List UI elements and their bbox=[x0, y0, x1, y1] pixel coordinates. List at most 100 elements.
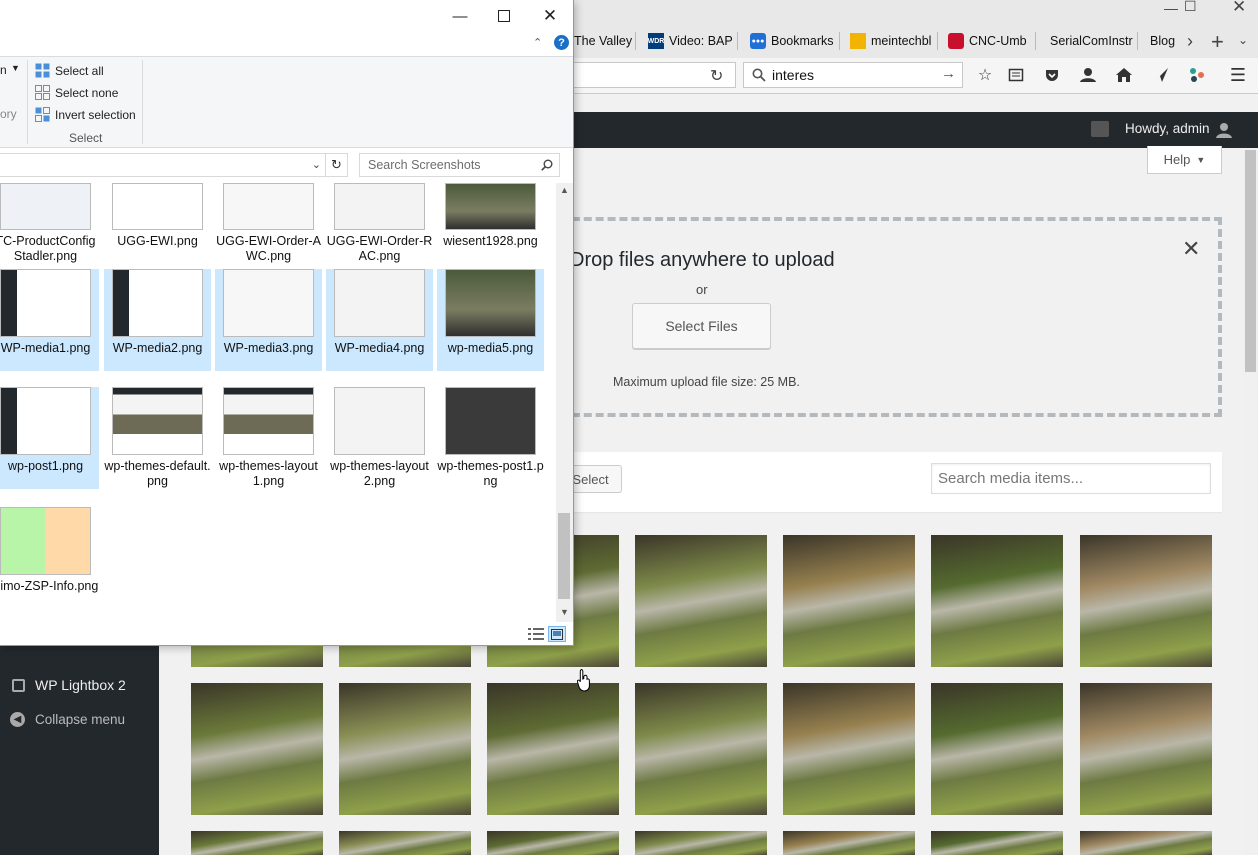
media-item-thumbnail[interactable] bbox=[339, 683, 471, 815]
large-icons-view-icon[interactable] bbox=[548, 626, 566, 642]
chevron-down-icon: ▼ bbox=[1196, 154, 1206, 165]
explorer-title-bar[interactable] bbox=[0, 0, 573, 32]
extensions-icon[interactable] bbox=[1187, 65, 1207, 85]
file-name: UGG-EWI-Order-AWC.png bbox=[216, 234, 321, 263]
ribbon-collapse-chevron-icon[interactable]: ⌃ bbox=[533, 36, 542, 49]
media-item-thumbnail[interactable] bbox=[931, 535, 1063, 667]
reading-list-icon[interactable] bbox=[1006, 65, 1026, 85]
file-item[interactable]: wp-post1.png bbox=[0, 387, 99, 489]
details-view-icon[interactable] bbox=[527, 626, 545, 642]
media-item-thumbnail[interactable] bbox=[931, 831, 1063, 855]
search-icon bbox=[752, 68, 766, 82]
tab-list-chevron-down-icon[interactable]: ⌄ bbox=[1238, 33, 1248, 47]
ribbon-separator bbox=[142, 60, 143, 144]
file-thumbnail bbox=[223, 387, 314, 455]
file-thumbnail bbox=[445, 269, 536, 337]
file-item[interactable]: WP-media4.png bbox=[326, 269, 433, 371]
scroll-up-icon[interactable]: ▲ bbox=[560, 185, 569, 195]
browser-search-box[interactable]: interes → bbox=[743, 62, 963, 88]
send-icon[interactable] bbox=[1151, 65, 1171, 85]
invert-selection-button[interactable]: Invert selection bbox=[35, 107, 136, 122]
browser-maximize-icon[interactable]: ☐ bbox=[1184, 0, 1197, 14]
file-item[interactable]: wp-themes-layout2.png bbox=[326, 387, 433, 489]
collapse-icon: ◀ bbox=[10, 712, 25, 727]
close-uploader-icon[interactable]: ✕ bbox=[1182, 236, 1200, 262]
url-bar[interactable]: ↻ bbox=[574, 62, 736, 88]
select-none-button[interactable]: Select none bbox=[35, 85, 118, 100]
file-thumbnail bbox=[223, 269, 314, 337]
browser-minimize-icon[interactable]: — bbox=[1164, 0, 1178, 16]
browser-tab[interactable]: SerialComInstr bbox=[1050, 28, 1138, 54]
file-item[interactable]: wp-themes-layout1.png bbox=[215, 387, 322, 489]
media-item-thumbnail[interactable] bbox=[191, 831, 323, 855]
browser-tab[interactable]: meintechbl bbox=[850, 28, 938, 54]
file-item[interactable]: UGG-EWI-Order-RAC.png bbox=[326, 183, 433, 263]
avatar-icon[interactable] bbox=[1215, 121, 1233, 142]
page-scrollbar-thumb[interactable] bbox=[1245, 150, 1256, 372]
file-item[interactable]: wp-themes-post1.png bbox=[437, 387, 544, 489]
media-item-thumbnail[interactable] bbox=[783, 831, 915, 855]
file-item[interactable]: Zimo-ZSP-Info.png bbox=[0, 507, 99, 609]
media-search-input[interactable] bbox=[931, 463, 1211, 494]
select-files-button[interactable]: Select Files bbox=[632, 303, 771, 349]
file-item[interactable]: WP-media3.png bbox=[215, 269, 322, 371]
ribbon-cut-label[interactable]: n bbox=[0, 63, 7, 77]
explorer-scrollbar[interactable]: ▲ ▼ bbox=[556, 183, 573, 623]
file-name: TC-ProductConfigStadler.png bbox=[0, 234, 96, 263]
browser-tab[interactable]: CNC-Umb bbox=[948, 28, 1036, 54]
minimize-icon[interactable]: — bbox=[448, 6, 472, 26]
media-item-thumbnail[interactable] bbox=[931, 683, 1063, 815]
select-none-icon bbox=[35, 85, 50, 100]
file-item[interactable]: wp-media5.png bbox=[437, 269, 544, 371]
sidebar-collapse-menu[interactable]: ◀ Collapse menu bbox=[10, 712, 125, 727]
reload-icon[interactable]: ↻ bbox=[710, 66, 723, 86]
address-bar[interactable]: ⌄ bbox=[0, 153, 326, 177]
browser-tab[interactable]: ●●● Bookmarks bbox=[750, 28, 840, 54]
explorer-scrollbar-thumb[interactable] bbox=[558, 513, 570, 599]
admin-greeting[interactable]: Howdy, admin bbox=[1125, 121, 1210, 136]
sidebar-item-wp-lightbox[interactable]: WP Lightbox 2 bbox=[10, 677, 126, 693]
select-all-button[interactable]: Select all bbox=[35, 63, 104, 78]
invert-selection-label: Invert selection bbox=[55, 107, 136, 122]
help-icon[interactable]: ? bbox=[554, 35, 569, 50]
media-item-thumbnail[interactable] bbox=[191, 683, 323, 815]
media-item-thumbnail[interactable] bbox=[339, 831, 471, 855]
browser-tab[interactable]: WDR Video: BAP bbox=[648, 28, 738, 54]
pocket-icon[interactable] bbox=[1042, 65, 1062, 85]
home-icon[interactable] bbox=[1114, 65, 1134, 85]
media-item-thumbnail[interactable] bbox=[635, 683, 767, 815]
tab-scroll-right-icon[interactable]: › bbox=[1187, 31, 1193, 51]
account-icon[interactable] bbox=[1078, 65, 1098, 85]
file-item[interactable]: UGG-EWI.png bbox=[104, 183, 211, 263]
browser-tab[interactable]: The Valley bbox=[574, 28, 636, 54]
go-arrow-icon[interactable]: → bbox=[941, 65, 956, 82]
close-icon[interactable]: ✕ bbox=[538, 6, 562, 26]
scroll-down-icon[interactable]: ▼ bbox=[560, 607, 569, 617]
file-item[interactable]: wiesent1928.png bbox=[437, 183, 544, 263]
address-history-chevron-down-icon[interactable]: ⌄ bbox=[312, 158, 321, 171]
help-button[interactable]: Help ▼ bbox=[1147, 146, 1222, 174]
comments-icon[interactable] bbox=[1091, 121, 1109, 137]
file-item[interactable]: WP-media1.png bbox=[0, 269, 99, 371]
file-item[interactable]: wp-themes-default.png bbox=[104, 387, 211, 489]
media-item-thumbnail[interactable] bbox=[635, 831, 767, 855]
file-item[interactable]: WP-media2.png bbox=[104, 269, 211, 371]
media-item-thumbnail[interactable] bbox=[1080, 535, 1212, 667]
new-tab-icon[interactable]: + bbox=[1211, 29, 1224, 54]
media-item-thumbnail[interactable] bbox=[783, 683, 915, 815]
bookmark-star-icon[interactable]: ☆ bbox=[975, 65, 995, 85]
file-item[interactable]: TC-ProductConfigStadler.png bbox=[0, 183, 99, 263]
refresh-icon[interactable]: ↻ bbox=[326, 153, 348, 177]
media-item-thumbnail[interactable] bbox=[635, 535, 767, 667]
maximize-icon[interactable] bbox=[492, 6, 516, 26]
media-item-thumbnail[interactable] bbox=[1080, 683, 1212, 815]
media-item-thumbnail[interactable] bbox=[783, 535, 915, 667]
menu-icon[interactable]: ☰ bbox=[1228, 65, 1248, 85]
media-item-thumbnail[interactable] bbox=[487, 683, 619, 815]
browser-tab[interactable]: Blog bbox=[1150, 28, 1178, 54]
file-item[interactable]: UGG-EWI-Order-AWC.png bbox=[215, 183, 322, 263]
explorer-search-box[interactable]: Search Screenshots bbox=[359, 153, 560, 177]
browser-close-icon[interactable]: ✕ bbox=[1232, 0, 1246, 16]
media-item-thumbnail[interactable] bbox=[1080, 831, 1212, 855]
media-item-thumbnail[interactable] bbox=[487, 831, 619, 855]
